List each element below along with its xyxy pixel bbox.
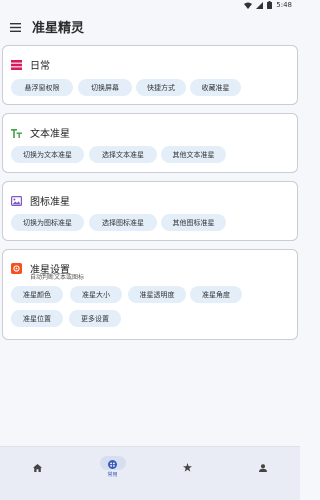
status-bar: 5:48 — [0, 0, 300, 12]
nav-favorites[interactable] — [150, 447, 225, 487]
bottom-navigation: 常用 — [0, 446, 300, 500]
text-format-icon — [11, 123, 22, 142]
text-crosshair-card: 文本准星 切换为文本准星 选择文本准星 其他文本准星 — [2, 113, 298, 173]
daily-list-icon — [11, 55, 22, 74]
crosshair-settings-card: 准星设置 自动判断文本或图标 准星颜色 准星大小 准星透明度 准星角度 准星位置… — [2, 249, 298, 340]
nav-home-pill — [25, 460, 51, 474]
shortcut-button[interactable]: 快捷方式 — [136, 79, 186, 96]
icon-crosshair-card-header: 图标准星 — [11, 191, 70, 210]
person-icon — [258, 457, 267, 476]
other-icon-crosshair-button[interactable]: 其他图标准星 — [161, 214, 226, 231]
daily-card: 日常 悬浮窗权限 切换屏幕 快捷方式 收藏准星 — [2, 45, 298, 105]
nav-common[interactable]: 常用 — [75, 447, 150, 487]
icon-crosshair-card: 图标准星 切换为图标准星 选择图标准星 其他图标准星 — [2, 181, 298, 241]
settings-app-icon — [11, 259, 22, 278]
icon-crosshair-card-title: 图标准星 — [30, 197, 70, 208]
star-icon — [183, 457, 192, 476]
hamburger-menu-icon — [9, 17, 21, 36]
app-bar: 准星精灵 — [0, 12, 300, 40]
crosshair-position-button[interactable]: 准星位置 — [11, 310, 63, 327]
text-crosshair-card-header: 文本准星 — [11, 123, 70, 142]
switch-screen-button[interactable]: 切换屏幕 — [78, 79, 132, 96]
menu-button[interactable] — [0, 12, 30, 40]
text-crosshair-card-title: 文本准星 — [30, 129, 70, 140]
switch-to-text-crosshair-button[interactable]: 切换为文本准星 — [11, 146, 84, 163]
status-icons: 5:48 — [244, 1, 292, 9]
nav-favorites-pill — [175, 460, 201, 474]
app-title: 准星精灵 — [32, 20, 85, 36]
daily-card-header: 日常 — [11, 55, 50, 74]
status-time: 5:48 — [276, 1, 292, 9]
nav-common-pill — [99, 454, 126, 473]
crosshair-angle-button[interactable]: 准星角度 — [190, 286, 242, 303]
image-icon — [11, 191, 23, 210]
favorite-crosshair-button[interactable]: 收藏准星 — [190, 79, 241, 96]
nav-home[interactable] — [0, 447, 75, 487]
crosshair-opacity-button[interactable]: 准星透明度 — [128, 286, 186, 303]
switch-to-icon-crosshair-button[interactable]: 切换为图标准星 — [11, 214, 84, 231]
home-icon — [33, 457, 42, 476]
crosshair-size-button[interactable]: 准星大小 — [70, 286, 122, 303]
crosshair-app-icon — [108, 454, 117, 473]
more-settings-button[interactable]: 更多设置 — [69, 310, 121, 327]
crosshair-color-button[interactable]: 准星颜色 — [11, 286, 63, 303]
nav-profile-pill — [250, 460, 276, 474]
wifi-icon — [244, 2, 253, 9]
battery-icon — [267, 1, 273, 9]
daily-card-title: 日常 — [30, 61, 50, 72]
signal-icon — [256, 1, 264, 9]
select-icon-crosshair-button[interactable]: 选择图标准星 — [89, 214, 157, 231]
crosshair-settings-card-subtitle: 自动判断文本或图标 — [30, 274, 85, 281]
select-text-crosshair-button[interactable]: 选择文本准星 — [89, 146, 157, 163]
other-text-crosshair-button[interactable]: 其他文本准星 — [161, 146, 226, 163]
nav-common-label: 常用 — [107, 472, 118, 478]
nav-profile[interactable] — [225, 447, 300, 487]
floating-window-permission-button[interactable]: 悬浮窗权限 — [11, 79, 73, 96]
